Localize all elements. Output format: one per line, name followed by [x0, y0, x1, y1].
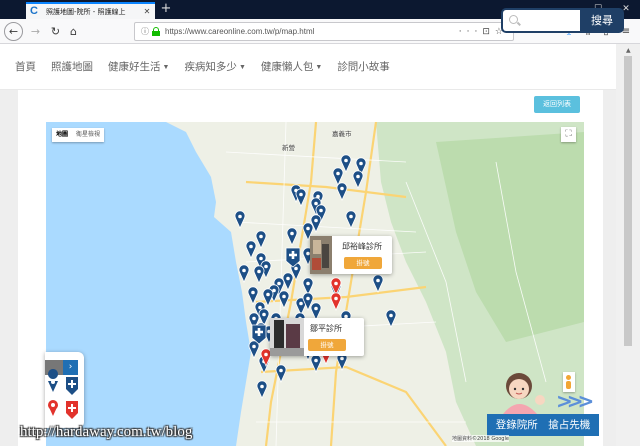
site-nav-label: 照護地圖 [51, 61, 93, 73]
register-button[interactable]: 掛號 [344, 257, 382, 269]
reload-icon[interactable]: ↻ [46, 22, 65, 41]
clinic-photo [270, 318, 304, 356]
forward-arrow-icon[interactable]: → [26, 22, 45, 41]
site-nav-item[interactable]: 疾病知多少 ▼ [184, 59, 245, 74]
clinic-photo [310, 236, 332, 274]
close-tab-icon[interactable]: ✕ [143, 7, 151, 16]
caret-down-icon: ▼ [162, 64, 170, 71]
home-icon[interactable]: ⌂ [64, 22, 83, 41]
clinic-info-card[interactable]: 鄒平診所 掛號 [270, 318, 364, 356]
chevrons-right-icon: >>> [556, 389, 594, 413]
browser-tab[interactable]: C 照護地圖-院所 - 照護線上 ✕ [26, 2, 155, 19]
map-type-control[interactable]: 地圖 衛星檢視 [52, 128, 105, 142]
site-favicon-icon: C [30, 5, 38, 17]
site-nav-item[interactable]: 健康好生活 ▼ [108, 59, 169, 74]
site-info-icon[interactable]: ⓘ [141, 26, 149, 37]
caret-down-icon: ▼ [238, 64, 246, 71]
right-gutter [603, 90, 616, 446]
search-icon [509, 15, 518, 24]
search-input[interactable] [501, 8, 580, 33]
clinic-name[interactable]: 邱裕峰診所 [342, 241, 382, 252]
address-bar[interactable]: ⓘ https://www.careonline.com.tw/p/map.ht… [134, 22, 514, 41]
map-type-satellite[interactable]: 衛星檢視 [72, 128, 104, 142]
register-clinic-banner[interactable]: 登錄院所 搶占先機 [487, 414, 599, 436]
back-arrow-icon[interactable]: ← [4, 22, 23, 41]
clinic-name[interactable]: 鄒平診所 [310, 323, 342, 334]
site-nav-label: 診問小故事 [337, 61, 390, 73]
site-nav-item[interactable]: 照護地圖 [51, 59, 93, 74]
site-nav-label: 健康懶人包 [260, 61, 314, 73]
left-gutter [0, 90, 18, 446]
tab-title: 照護地圖-院所 - 照護線上 [46, 7, 126, 16]
site-nav: 首頁 照護地圖 健康好生活 ▼ 疾病知多少 ▼ 健康懶人包 ▼ 診問小故事 [15, 59, 405, 74]
promo-nurse-illustration [503, 373, 545, 414]
back-to-list-button[interactable]: 返回列表 [534, 96, 580, 113]
url-text[interactable]: https://www.careonline.com.tw/p/map.html [165, 27, 459, 36]
lock-icon [152, 27, 160, 36]
fullscreen-icon[interactable]: ⛶ [561, 127, 576, 142]
site-nav-label: 健康好生活 [108, 61, 161, 73]
site-nav-label: 疾病知多少 [184, 61, 237, 73]
caret-down-icon: ▼ [315, 64, 323, 71]
new-tab-button[interactable]: + [159, 2, 173, 16]
site-nav-item[interactable]: 首頁 [15, 59, 36, 74]
site-nav-item[interactable]: 健康懶人包 ▼ [261, 59, 322, 74]
site-nav-item[interactable]: 診問小故事 [337, 59, 390, 74]
map-type-roadmap[interactable]: 地圖 [52, 128, 72, 142]
city-label-xinying: 新營 [282, 144, 295, 152]
register-button[interactable]: 掛號 [308, 339, 346, 351]
site-header: 首頁 照護地圖 健康好生活 ▼ 疾病知多少 ▼ 健康懶人包 ▼ 診問小故事 [0, 45, 640, 90]
city-label-chiayi: 嘉義市 [332, 130, 352, 138]
scroll-up-icon[interactable]: ▲ [626, 47, 631, 54]
map-attribution: 地圖資料©2018 Google [452, 435, 509, 442]
scrollbar-thumb[interactable] [624, 56, 632, 346]
chevron-right-icon[interactable]: › [63, 360, 78, 375]
site-nav-label: 首頁 [15, 61, 36, 73]
clinic-info-card[interactable]: 邱裕峰診所 掛號 [310, 236, 392, 274]
watermark: http://hardaway.com.tw/blog [20, 424, 193, 440]
search-button[interactable]: 搜尋 [580, 8, 624, 33]
